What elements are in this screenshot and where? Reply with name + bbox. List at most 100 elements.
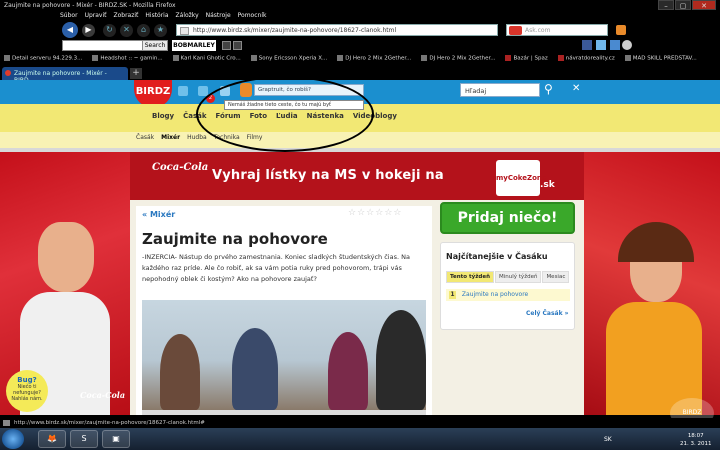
bookmark-item[interactable]: Bazár | Spaz xyxy=(505,55,548,63)
bookmark-item[interactable]: Detail serveru 94.229.3... xyxy=(4,55,82,63)
nav-casak[interactable]: Časák xyxy=(183,112,206,120)
star-icon[interactable]: ☆ xyxy=(357,208,365,218)
clock[interactable]: 18:07 21. 3. 2011 xyxy=(680,432,712,448)
menu-tools[interactable]: Nástroje xyxy=(206,12,231,22)
twitter-icon[interactable] xyxy=(596,40,606,50)
menu-file[interactable]: Súbor xyxy=(60,12,78,22)
rating-stars[interactable]: ☆ ☆ ☆ ☆ ☆ ☆ xyxy=(348,208,401,218)
browser-search-input[interactable]: Ask.com xyxy=(506,24,608,36)
subnav-mixer[interactable]: Mixér xyxy=(161,134,180,141)
back-icon[interactable]: ◀ xyxy=(62,22,78,38)
avatar[interactable] xyxy=(240,83,252,97)
banner-brand: Coca-Cola xyxy=(152,162,209,173)
list-item-number: 1 xyxy=(449,291,456,299)
banner-zone-logo: myCokeZone xyxy=(496,160,547,196)
facebook-icon[interactable] xyxy=(582,40,592,50)
bookmark-item[interactable]: Headshot :: ~ gamin... xyxy=(92,55,163,63)
addon-icon[interactable] xyxy=(616,25,626,35)
star-icon[interactable]: ☆ xyxy=(375,208,383,218)
new-tab-button[interactable]: + xyxy=(130,68,142,79)
app-task-icon[interactable]: ▣ xyxy=(102,430,130,448)
toolbar-search-button[interactable]: Search xyxy=(142,40,168,51)
menu-view[interactable]: Zobraziť xyxy=(113,12,138,22)
close-button[interactable]: ✕ xyxy=(692,0,716,10)
menu-history[interactable]: História xyxy=(145,12,168,22)
subnav-filmy[interactable]: Filmy xyxy=(247,134,263,141)
nav-foto[interactable]: Foto xyxy=(250,112,267,120)
close-icon[interactable]: ✕ xyxy=(572,83,584,95)
article-category-link[interactable]: « Mixér xyxy=(142,210,175,219)
star-icon[interactable]: ☆ xyxy=(393,208,401,218)
nav-nastenka[interactable]: Nástenka xyxy=(307,112,344,120)
bookmark-icon xyxy=(505,55,512,61)
language-indicator[interactable]: SK xyxy=(604,436,612,443)
subnav-technika[interactable]: Technika xyxy=(214,134,240,141)
star-icon[interactable]: ☆ xyxy=(348,208,356,218)
bookmark-icon xyxy=(557,55,564,61)
bug-report-badge[interactable]: Bug? Niečo ti nefunguje? Nahlás nám. xyxy=(6,370,48,412)
home-icon[interactable]: ⌂ xyxy=(137,24,150,37)
bookmark-icon xyxy=(172,55,179,61)
search-engine-icon[interactable] xyxy=(509,26,522,35)
status-url: http://www.birdz.sk/mixer/zaujmite-na-po… xyxy=(14,420,205,426)
subnav-hudba[interactable]: Hudba xyxy=(187,134,207,141)
bookmark-item[interactable]: Sony Ericsson Xperia X... xyxy=(250,55,327,63)
start-button[interactable] xyxy=(2,429,24,449)
minimize-button[interactable]: – xyxy=(658,0,674,10)
nav-forum[interactable]: Fórum xyxy=(216,112,241,120)
menu-help[interactable]: Pomocník xyxy=(238,12,267,22)
horizontal-scrollbar[interactable] xyxy=(142,410,426,415)
tab-last-week[interactable]: Minulý týždeň xyxy=(495,271,542,283)
toolbar-brand-logo[interactable]: BOBMARLEY xyxy=(172,40,216,51)
article-lead: -INZERCIA- Nástup do prvého zamestnania.… xyxy=(142,253,410,283)
bug-title: Bug? xyxy=(17,376,37,384)
add-something-button[interactable]: Pridaj niečo! xyxy=(440,202,575,234)
clock-date: 21. 3. 2011 xyxy=(680,441,712,447)
most-read-tabs: Tento týždeň Minulý týždeň Mesiac xyxy=(446,271,570,283)
bookmark-item[interactable]: DJ Hero 2 Mix 2Gether... xyxy=(421,55,495,63)
mail-icon[interactable] xyxy=(178,86,188,96)
subnav-casak[interactable]: Časák xyxy=(136,134,154,141)
ad-right-skyscraper[interactable] xyxy=(584,152,720,415)
star-icon[interactable]: ☆ xyxy=(384,208,392,218)
bookmark-item[interactable]: DJ Hero 2 Mix 2Gether... xyxy=(337,55,411,63)
tab-month[interactable]: Mesiac xyxy=(542,271,570,283)
window-controls: – ▢ ✕ xyxy=(658,0,716,10)
stop-icon[interactable]: ✕ xyxy=(120,24,133,37)
menu-bookmarks[interactable]: Záložky xyxy=(176,12,199,22)
search-icon[interactable]: ⚲ xyxy=(544,82,560,98)
menu-edit[interactable]: Upraviť xyxy=(85,12,107,22)
social-icon[interactable] xyxy=(610,40,620,50)
prev-arrow-icon[interactable] xyxy=(222,41,231,50)
list-item[interactable]: 1 Zaujmite na pohovore xyxy=(446,289,570,301)
star-icon[interactable]: ☆ xyxy=(366,208,374,218)
url-bar[interactable]: http://www.birdz.sk/mixer/zaujmite-na-po… xyxy=(176,24,498,36)
bookmark-star-icon[interactable]: ★ xyxy=(154,24,167,37)
more-casak-link[interactable]: Celý Časák » xyxy=(526,310,569,317)
site-search-input[interactable]: Hľadaj xyxy=(460,83,540,97)
search-placeholder: Ask.com xyxy=(525,27,551,34)
skype-task-icon[interactable]: S xyxy=(70,430,98,448)
site-favicon-icon xyxy=(180,27,189,35)
nav-ludia[interactable]: Ľudia xyxy=(276,112,298,120)
article-photo[interactable] xyxy=(142,300,426,410)
tab-this-week[interactable]: Tento týždeň xyxy=(446,271,494,283)
nav-blogy[interactable]: Blogy xyxy=(152,112,174,120)
firefox-task-icon[interactable]: 🦊 xyxy=(38,430,66,448)
bookmark-icon xyxy=(92,55,99,61)
maximize-button[interactable]: ▢ xyxy=(675,0,691,10)
tab-active[interactable]: Zaujmite na pohovore - Mixér - BIRD... xyxy=(2,67,128,84)
gear-icon[interactable] xyxy=(622,40,632,50)
reload-icon[interactable]: ↻ xyxy=(103,24,116,37)
forward-icon[interactable]: ▶ xyxy=(82,24,95,37)
bookmark-item[interactable]: návratdoreality.cz xyxy=(557,55,615,63)
status-input[interactable]: Graptruit, čo robíš? xyxy=(254,84,364,96)
bookmark-item[interactable]: MAD SKILL PREDSTAV... xyxy=(624,55,697,63)
status-bar: http://www.birdz.sk/mixer/zaujmite-na-po… xyxy=(0,418,720,428)
bookmark-item[interactable]: Karl Kani Ghotic Cro... xyxy=(172,55,241,63)
bookmark-icon xyxy=(421,55,428,61)
star-icon[interactable] xyxy=(220,86,230,96)
nav-videoblogy[interactable]: Videoblogy xyxy=(353,112,397,120)
next-arrow-icon[interactable] xyxy=(233,41,242,50)
status-tooltip: Nemáš žiadne tieto ceste, čo tu majú byť xyxy=(224,100,364,110)
